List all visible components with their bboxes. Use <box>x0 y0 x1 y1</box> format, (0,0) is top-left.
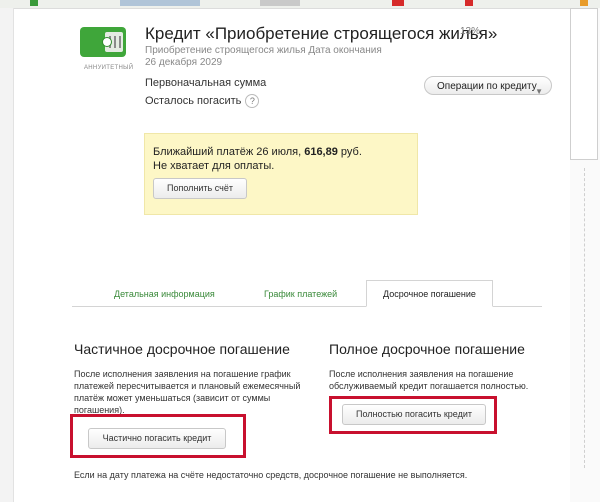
left-edge-panel <box>0 8 14 502</box>
remaining-row: Осталось погасить? <box>145 94 260 108</box>
remaining-label: Осталось погасить <box>145 94 242 107</box>
loan-operations-button[interactable]: Операции по кредиту ▼ <box>424 76 552 96</box>
tab-early-repayment[interactable]: Досрочное погашение <box>366 280 493 307</box>
chevron-down-icon: ▼ <box>535 87 543 96</box>
wallet-card-icon <box>80 27 126 57</box>
initial-amount-label: Первоначальная сумма <box>145 77 267 89</box>
loan-title: Кредит «Приобретение строящегося жилья» <box>145 24 498 43</box>
next-payment-currency: руб. <box>337 146 362 158</box>
repayment-note: Если на дату платежа на счёте недостаточ… <box>74 470 468 480</box>
right-panel-divider <box>584 168 586 468</box>
insufficient-funds-text: Не хватает для оплаты. <box>153 160 275 172</box>
partial-repayment-text: После исполнения заявления на погашение … <box>74 369 301 415</box>
full-repayment-text: После исполнения заявления на погашение … <box>329 369 529 391</box>
full-repayment-title: Полное досрочное погашение <box>329 341 525 357</box>
next-payment-box: Ближайший платёж 26 июля, 616,89 руб. Не… <box>144 133 418 215</box>
interest-rate: 13% <box>460 26 481 37</box>
help-icon[interactable]: ? <box>245 94 260 108</box>
partial-repay-button[interactable]: Частично погасить кредит <box>88 428 226 449</box>
partial-repayment-title: Частичное досрочное погашение <box>74 341 290 357</box>
topup-account-button[interactable]: Пополнить счёт <box>153 178 247 199</box>
right-panel-frame <box>570 8 598 160</box>
next-payment-line: Ближайший платёж 26 июля, 616,89 руб. <box>153 146 362 158</box>
next-payment-amount: 616,89 <box>304 146 338 158</box>
loan-operations-label: Операции по кредиту <box>437 81 537 92</box>
next-payment-prefix: Ближайший платёж 26 июля, <box>153 146 305 158</box>
full-repay-button[interactable]: Полностью погасить кредит <box>342 404 486 425</box>
browser-top-strip <box>0 0 600 9</box>
tab-details[interactable]: Детальная информация <box>114 289 215 299</box>
tab-schedule[interactable]: График платежей <box>264 289 337 299</box>
right-side-panel <box>570 8 600 502</box>
loan-type-badge: АННУИТЕТНЫЙ <box>84 65 134 71</box>
loan-subtitle: Приобретение строящегося жилья Дата окон… <box>145 45 382 68</box>
